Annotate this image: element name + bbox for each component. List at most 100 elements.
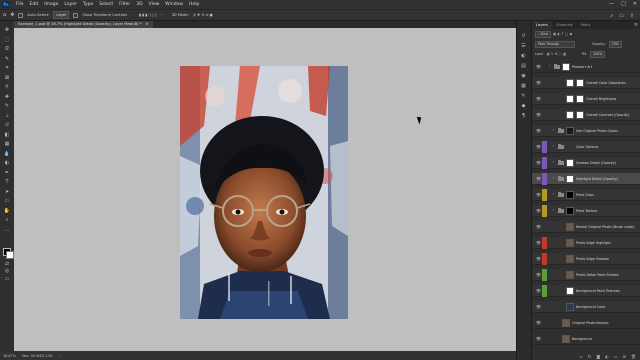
- layer-row[interactable]: 👁 › Shadow Detail (Opacity): [532, 157, 640, 169]
- layer-row[interactable]: 👁 › Highlight Detail (Opacity): [532, 173, 640, 185]
- paragraph-panel-icon[interactable]: ¶: [520, 113, 527, 119]
- layer-row[interactable]: 👁 › Photoart Art: [532, 61, 640, 73]
- visibility-eye-icon[interactable]: 👁: [536, 128, 541, 133]
- hand-tool-icon[interactable]: ✋: [3, 208, 11, 214]
- layer-row[interactable]: 👁 Overall Color Saturation: [532, 77, 640, 89]
- canvas-area[interactable]: [14, 28, 516, 351]
- expand-group-chevron-icon[interactable]: ›: [553, 176, 554, 180]
- opacity-field[interactable]: 70%: [608, 40, 622, 48]
- properties-panel-icon[interactable]: ☰: [520, 43, 527, 49]
- quick-mask-icon[interactable]: ◎: [3, 268, 11, 274]
- menu-type[interactable]: Type: [80, 0, 96, 9]
- path-select-tool-icon[interactable]: ➤: [3, 189, 11, 195]
- menu-help[interactable]: Help: [186, 0, 202, 9]
- auto-select-dropdown[interactable]: Layer: [53, 11, 70, 19]
- history-panel-icon[interactable]: ↺: [520, 33, 527, 39]
- layer-thumbnail[interactable]: [566, 303, 574, 311]
- menu-select[interactable]: Select: [96, 0, 116, 9]
- tab-layers[interactable]: Layers: [532, 21, 552, 29]
- dodge-tool-icon[interactable]: ◐: [3, 160, 11, 166]
- eraser-tool-icon[interactable]: ◧: [3, 132, 11, 138]
- swatches-panel-icon[interactable]: ▦: [520, 83, 527, 89]
- tab-paths[interactable]: Paths: [577, 21, 595, 29]
- layer-thumbnail[interactable]: [566, 95, 574, 103]
- visibility-eye-icon[interactable]: 👁: [536, 320, 541, 325]
- close-button[interactable]: ✕: [633, 0, 637, 9]
- adjustment-layer-icon[interactable]: ◐: [605, 354, 609, 359]
- expand-group-chevron-icon[interactable]: ›: [553, 160, 554, 164]
- maximize-button[interactable]: □: [621, 0, 626, 9]
- panel-menu-icon[interactable]: ≡: [634, 21, 638, 29]
- layer-thumbnail[interactable]: [566, 271, 574, 279]
- layer-row[interactable]: 👁 › Use Original Photo Colors: [532, 125, 640, 137]
- blend-mode-dropdown[interactable]: Pass Through: [535, 40, 575, 48]
- expand-group-chevron-icon[interactable]: ›: [553, 208, 554, 212]
- auto-select-checkbox[interactable]: [18, 12, 24, 18]
- gradient-tool-icon[interactable]: ▦: [3, 141, 11, 147]
- expand-group-chevron-icon[interactable]: ›: [553, 192, 554, 196]
- status-arrow-icon[interactable]: ›: [59, 354, 60, 358]
- menu-3d[interactable]: 3D: [133, 0, 145, 9]
- adjustments-panel-icon[interactable]: ◐: [520, 53, 527, 59]
- visibility-eye-icon[interactable]: 👁: [536, 336, 541, 341]
- visibility-eye-icon[interactable]: 👁: [536, 288, 541, 293]
- layer-style-icon[interactable]: fx: [588, 354, 592, 359]
- menu-layer[interactable]: Layer: [61, 0, 80, 9]
- zoom-tool-icon[interactable]: ⌕: [3, 217, 11, 223]
- crop-tool-icon[interactable]: ⌗: [3, 65, 11, 71]
- menu-file[interactable]: File: [13, 0, 27, 9]
- layer-row[interactable]: 👁 Background: [532, 333, 640, 345]
- layer-thumbnail[interactable]: [566, 239, 574, 247]
- styles-panel-icon[interactable]: ◆: [520, 103, 527, 109]
- layer-row[interactable]: 👁 Reveal Original Photo (Brush mask): [532, 221, 640, 233]
- close-tab-icon[interactable]: ✕: [146, 22, 149, 26]
- visibility-eye-icon[interactable]: 👁: [536, 272, 541, 277]
- search-icon[interactable]: ⌕: [610, 13, 613, 19]
- background-color-swatch[interactable]: [6, 251, 14, 259]
- menu-view[interactable]: View: [146, 0, 163, 9]
- visibility-eye-icon[interactable]: 👁: [536, 256, 541, 261]
- lasso-tool-icon[interactable]: ᘓ: [3, 46, 11, 52]
- layer-row[interactable]: 👁 Overall Contrast (Opacity): [532, 109, 640, 121]
- layer-mask-thumbnail[interactable]: [576, 79, 584, 87]
- show-transform-checkbox[interactable]: [73, 12, 79, 18]
- share-icon[interactable]: ⇪: [630, 13, 634, 19]
- new-layer-icon[interactable]: ⊞: [623, 354, 626, 359]
- link-layers-icon[interactable]: ∞: [579, 354, 582, 359]
- visibility-eye-icon[interactable]: 👁: [536, 224, 541, 229]
- layer-row[interactable]: 👁 › Paint Texture: [532, 205, 640, 217]
- align-icons[interactable]: ▮ ▮ ▮ ▯ ▯ ▯ · · ·: [139, 13, 163, 17]
- history-brush-tool-icon[interactable]: ↺: [3, 122, 11, 128]
- fill-field[interactable]: 100%: [590, 50, 606, 58]
- layer-thumbnail[interactable]: [566, 159, 574, 167]
- libraries-panel-icon[interactable]: ▤: [520, 63, 527, 69]
- delete-layer-icon[interactable]: 🗑: [631, 354, 636, 359]
- layer-row[interactable]: 👁 Background Color: [532, 301, 640, 313]
- rectangle-tool-icon[interactable]: ▭: [3, 198, 11, 204]
- visibility-eye-icon[interactable]: 👁: [536, 240, 541, 245]
- layer-row[interactable]: 👁 Original Photo Backup: [532, 317, 640, 329]
- tab-channels[interactable]: Channels: [552, 21, 577, 29]
- move-tool-icon[interactable]: ✥: [10, 12, 14, 18]
- layer-row[interactable]: 👁 Photo Edge Shadow: [532, 253, 640, 265]
- menu-filter[interactable]: Filter: [116, 0, 133, 9]
- marquee-tool-icon[interactable]: ⬚: [3, 37, 11, 43]
- clone-stamp-tool-icon[interactable]: ⊥: [3, 113, 11, 119]
- visibility-eye-icon[interactable]: 👁: [536, 304, 541, 309]
- layer-thumbnail[interactable]: [566, 223, 574, 231]
- healing-brush-tool-icon[interactable]: ✚: [3, 94, 11, 100]
- visibility-eye-icon[interactable]: 👁: [536, 144, 541, 149]
- layer-thumbnail[interactable]: [562, 63, 570, 71]
- layer-thumbnail[interactable]: [566, 207, 574, 215]
- brush-tool-icon[interactable]: ✎: [3, 103, 11, 109]
- layer-thumbnail[interactable]: [566, 191, 574, 199]
- layer-row[interactable]: 👁 Photo Edge Highlight: [532, 237, 640, 249]
- layer-row[interactable]: 👁 Background Paint Textures: [532, 285, 640, 297]
- visibility-eye-icon[interactable]: 👁: [536, 160, 541, 165]
- 3d-mode-icons[interactable]: ◎ ✥ ⟲ ⇔ ▣: [193, 13, 213, 17]
- filter-icons[interactable]: ▣ ◐ T ▢ ◆: [553, 32, 572, 36]
- menu-image[interactable]: Image: [41, 0, 61, 9]
- layer-thumbnail[interactable]: [566, 79, 574, 87]
- pen-tool-icon[interactable]: ✒: [3, 170, 11, 176]
- layer-thumbnail[interactable]: [562, 319, 570, 327]
